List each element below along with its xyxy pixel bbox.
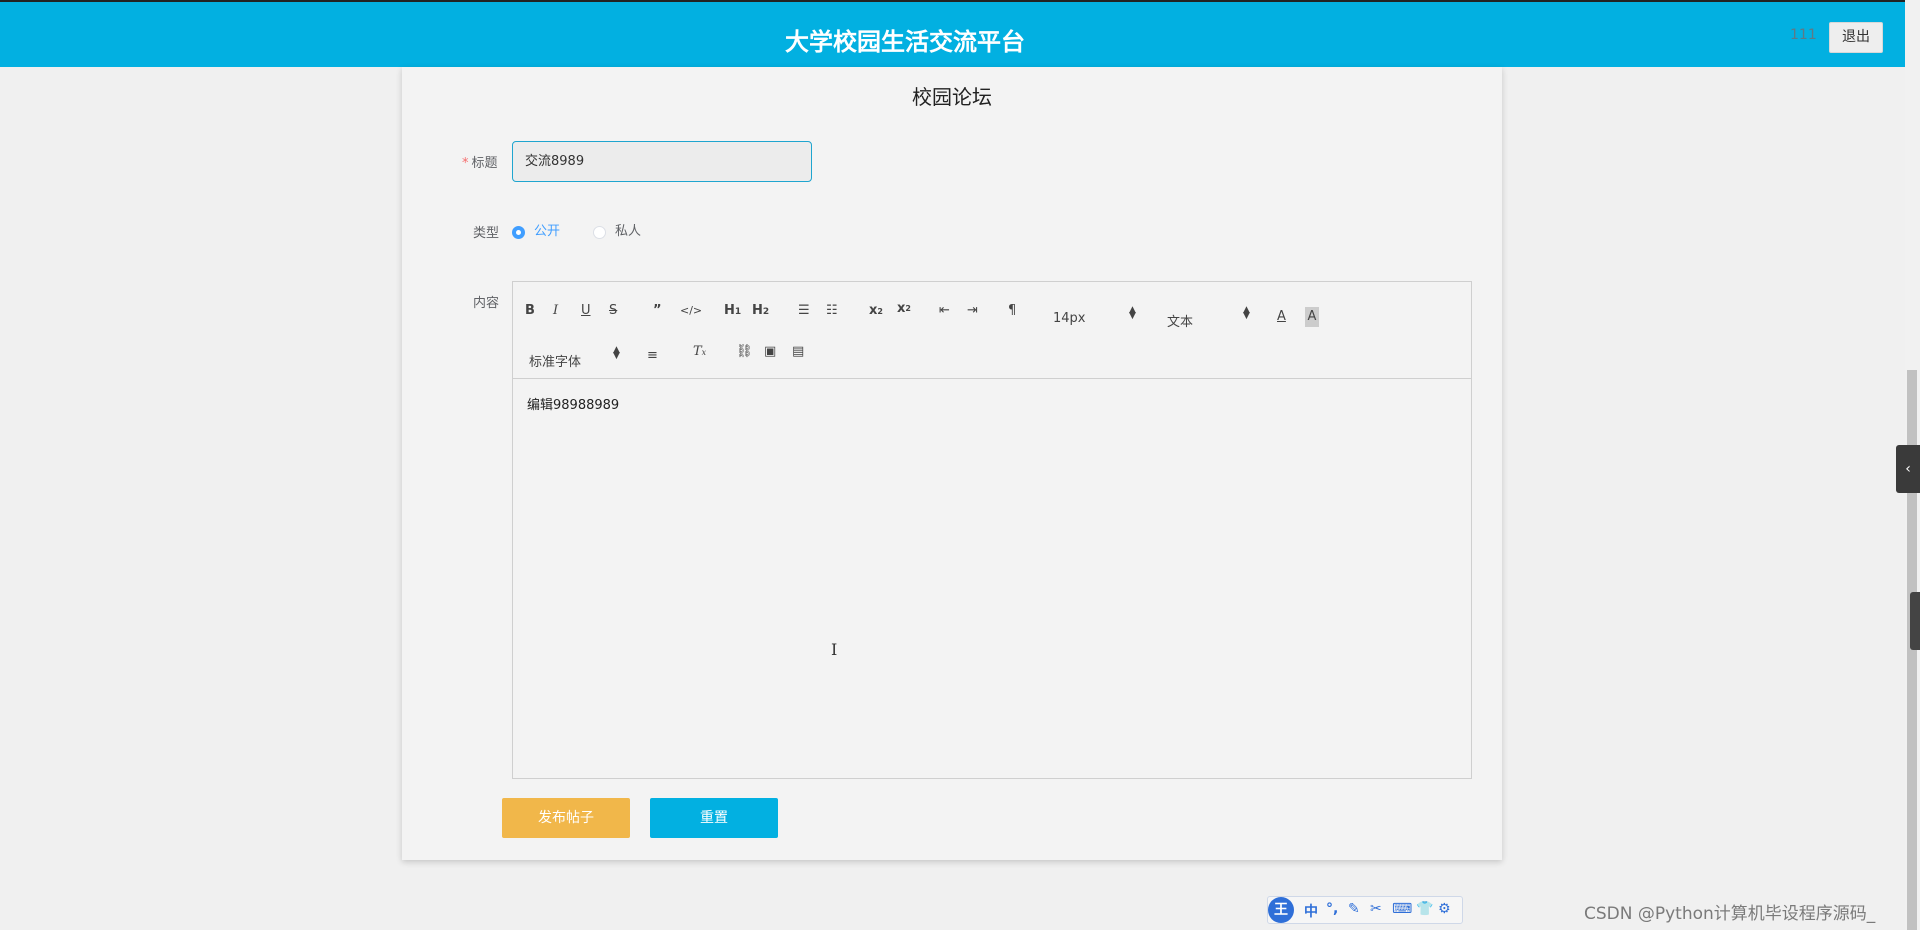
type-label: 类型: [473, 226, 500, 241]
code-icon[interactable]: </>: [680, 301, 702, 321]
top-bar: 大学校园生活交流平台 111 退出: [0, 0, 1905, 67]
site-title: 大学校园生活交流平台: [785, 28, 1025, 56]
required-mark: *: [462, 156, 469, 171]
radio-public-label: 公开: [534, 224, 561, 239]
font-color-icon[interactable]: A: [1277, 307, 1286, 327]
content-label: 内容: [473, 296, 500, 311]
image-icon[interactable]: ▣: [764, 342, 776, 362]
collapse-panel-button[interactable]: ‹: [1896, 445, 1920, 493]
scissors-icon[interactable]: ✂: [1370, 901, 1382, 917]
editor-content[interactable]: 编辑98988989: [527, 394, 619, 413]
punctuation-icon[interactable]: °,: [1326, 901, 1338, 917]
radio-dot[interactable]: [593, 226, 606, 239]
side-widget-tab[interactable]: [1910, 592, 1920, 650]
title-label: * 标题: [462, 156, 498, 171]
italic-icon[interactable]: I: [553, 301, 558, 321]
outdent-icon[interactable]: ⇤: [939, 301, 950, 321]
handwriting-icon[interactable]: ✎: [1348, 901, 1360, 917]
background-color-icon[interactable]: A: [1305, 307, 1319, 327]
font-family-picker[interactable]: 标准字体 ▲ ▼: [529, 346, 620, 371]
bullet-list-icon[interactable]: ☷: [826, 301, 838, 321]
title-input[interactable]: 交流8989: [512, 141, 812, 182]
radio-private-label: 私人: [615, 224, 642, 239]
ime-toolbar: 王 中 °, ✎ ✂ ⌨ 👕 ⚙: [1267, 896, 1463, 924]
keyboard-icon[interactable]: ⌨: [1392, 901, 1412, 917]
rtl-icon[interactable]: ¶: [1008, 301, 1016, 321]
ordered-list-icon[interactable]: ☰: [798, 301, 810, 321]
picker-arrows-icon: ▲ ▼: [1129, 305, 1136, 321]
publish-button[interactable]: 发布帖子: [502, 798, 630, 838]
underline-icon[interactable]: U: [581, 301, 591, 321]
ime-logo-icon[interactable]: 王: [1268, 897, 1294, 923]
subscript-icon[interactable]: x2: [869, 301, 883, 321]
settings-gear-icon[interactable]: ⚙: [1438, 901, 1451, 917]
rich-text-editor: B I U S ” </> H1 H2 ☰ ☷ x2 x2 ⇤ ⇥ ¶ 14px…: [512, 281, 1472, 779]
header-picker[interactable]: 文本 ▲ ▼: [1167, 306, 1250, 331]
indent-icon[interactable]: ⇥: [967, 301, 978, 321]
text-cursor-icon: I: [831, 640, 838, 659]
username: 111: [1790, 27, 1817, 43]
watermark: CSDN @Python计算机毕设程序源码_: [1584, 904, 1876, 924]
page-title: 校园论坛: [912, 85, 992, 109]
font-size-picker[interactable]: 14px ▲ ▼: [1053, 306, 1136, 327]
logout-button[interactable]: 退出: [1829, 22, 1883, 53]
font-size-value: 14px: [1053, 311, 1086, 326]
ime-mode-toggle[interactable]: 中: [1304, 901, 1318, 921]
link-icon[interactable]: ⛓: [736, 342, 753, 362]
radio-dot[interactable]: [512, 226, 525, 239]
picker-arrows-icon: ▲ ▼: [613, 345, 620, 361]
forum-form-card: 校园论坛 * 标题 交流8989 类型 公开 私人 内容 B I U S ” </…: [402, 67, 1502, 860]
superscript-icon[interactable]: x2: [897, 299, 911, 319]
align-icon[interactable]: ≡: [647, 346, 658, 366]
h1-icon[interactable]: H1: [724, 301, 741, 321]
editor-toolbar: B I U S ” </> H1 H2 ☰ ☷ x2 x2 ⇤ ⇥ ¶ 14px…: [513, 282, 1471, 379]
picker-arrows-icon: ▲ ▼: [1243, 305, 1250, 321]
bold-icon[interactable]: B: [525, 301, 535, 321]
reset-button[interactable]: 重置: [650, 798, 778, 838]
video-icon[interactable]: ▤: [792, 342, 804, 362]
clean-icon[interactable]: Tx: [693, 342, 706, 362]
skin-icon[interactable]: 👕: [1416, 901, 1433, 917]
h2-icon[interactable]: H2: [752, 301, 769, 321]
font-family-value: 标准字体: [529, 355, 582, 370]
blockquote-icon[interactable]: ”: [653, 301, 662, 321]
header-picker-value: 文本: [1167, 315, 1194, 330]
strike-icon[interactable]: S: [609, 301, 617, 321]
